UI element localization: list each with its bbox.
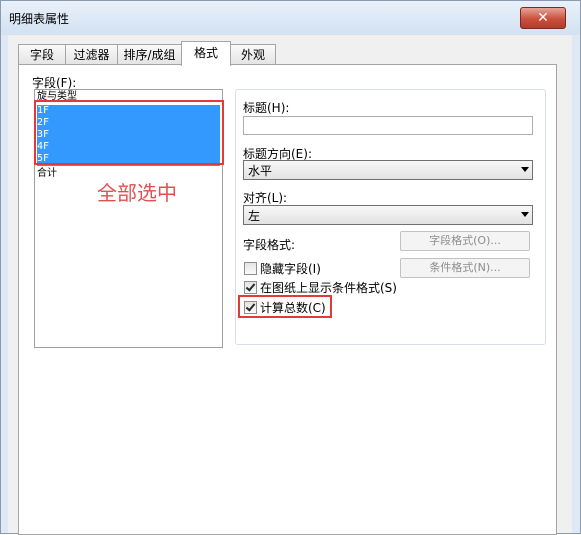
alignment-select[interactable]: 左 [243,205,533,225]
selection-highlight-box [34,100,224,165]
conditional-format-button[interactable]: 条件格式(N)... [400,258,530,278]
tab-filter[interactable]: 过滤器 [65,44,118,65]
annotation-text: 全部选中 [97,181,177,205]
tab-appearance[interactable]: 外观 [230,44,276,65]
show-conditional-format-label: 在图纸上显示条件格式(S) [260,281,397,295]
hidden-field-label: 隐藏字段(I) [260,262,321,276]
alignment-label: 对齐(L): [243,191,288,205]
list-item[interactable]: 合计 [37,168,57,180]
alignment-value: 左 [248,209,261,223]
hidden-field-checkbox[interactable] [244,262,257,275]
tab-fields[interactable]: 字段 [18,44,66,65]
field-format-button[interactable]: 字段格式(O)... [400,231,530,251]
heading-label: 标题(H): [243,101,290,115]
show-conditional-format-checkbox[interactable] [244,281,257,294]
close-button[interactable]: ✕ [520,7,566,29]
dialog-title: 明细表属性 [9,12,70,26]
schedule-properties-dialog: 明细表属性 ✕ 字段 过滤器 排序/成组 格式 外观 字段(F): 旋与类型 1… [0,0,581,535]
tab-sorting-grouping[interactable]: 排序/成组 [117,44,182,65]
heading-input[interactable] [243,116,533,135]
close-icon: ✕ [537,10,549,26]
tab-formatting[interactable]: 格式 [181,41,231,66]
heading-orientation-select[interactable]: 水平 [243,160,533,180]
dialog-client: 字段 过滤器 排序/成组 格式 外观 字段(F): 旋与类型 1F 2F 3F … [8,35,572,535]
calc-totals-highlight-box [238,295,332,318]
chevron-down-icon [521,167,529,172]
formatting-panel: 字段(F): 旋与类型 1F 2F 3F 4F 5F 合计 全部选中 标题(H)… [18,64,557,535]
chevron-down-icon [521,212,529,217]
title-bar[interactable]: 明细表属性 ✕ [1,1,580,35]
field-format-label: 字段格式: [243,238,296,252]
orientation-value: 水平 [248,164,273,178]
